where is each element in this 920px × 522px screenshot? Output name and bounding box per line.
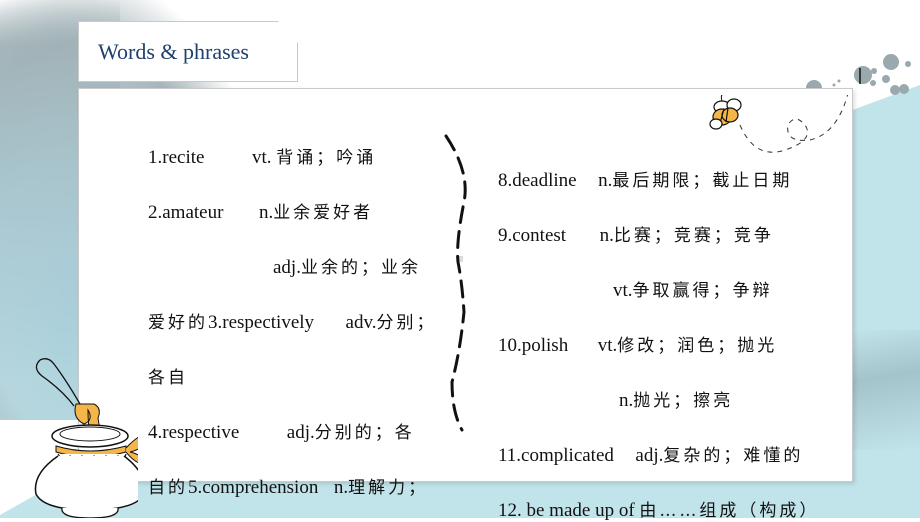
entry-be-made-up-of: 12. be made up of 由……组成（构成） (498, 496, 819, 522)
entry-pos: n. (333, 477, 349, 498)
dashed-bracket-divider (444, 134, 467, 432)
entry-meaning: 背诵；吟诵 (276, 148, 377, 168)
entry-word: 9.contest (498, 225, 567, 246)
entry-pos: n. (599, 225, 614, 246)
entry-word: 4.respective (148, 422, 240, 443)
entry-meaning: 修改；润色；抛光 (617, 336, 778, 356)
entry-pos: adj. (273, 257, 301, 278)
entry-word: 1.recite (148, 147, 205, 168)
entry-meaning: 比赛；竞赛；竞争 (613, 226, 774, 246)
entry-meaning: 抛光；擦亮 (633, 391, 734, 411)
entry-meaning-cont: 自的 (148, 478, 188, 498)
entry-meaning: 最后期限；截止日期 (612, 171, 793, 191)
entry-word: 11.complicated (498, 445, 614, 466)
entry-meaning: 复杂的；难懂的 (663, 446, 804, 466)
entry-deadline: 8.deadline n.最后期限；截止日期 (498, 166, 792, 192)
bee-icon (709, 95, 849, 153)
entry-pos: vt. (251, 147, 272, 168)
entry-comprehension: 自的5.comprehension n.理解力； (148, 473, 428, 499)
entry-pos: n. (598, 170, 613, 191)
entry-amateur-adj: adj.业余的；业余 (273, 253, 421, 279)
entry-word: 2.amateur (148, 202, 224, 223)
entry-meaning: 争取赢得；争辩 (632, 281, 773, 301)
entry-meaning: 各自 (148, 368, 188, 388)
entry-recite: 1.recite vt. 背诵；吟诵 (148, 143, 376, 169)
entry-meaning-cont: 爱好的 (148, 313, 208, 333)
entry-pos: n. (619, 390, 634, 411)
entry-meaning: 理解力； (348, 478, 429, 498)
entry-meaning: 由……组成（构成） (639, 501, 820, 521)
entry-word: 10.polish (498, 335, 569, 356)
entry-meaning: 业余爱好者 (273, 203, 374, 223)
entry-contest-vt: vt.争取赢得；争辩 (613, 276, 773, 302)
entry-polish-n: n.抛光；擦亮 (619, 386, 733, 412)
entry-contest: 9.contest n.比赛；竞赛；竞争 (498, 221, 774, 247)
entry-pos: vt. (597, 335, 618, 356)
entry-pos: adj. (635, 445, 664, 466)
entry-polish: 10.polish vt.修改；润色；抛光 (498, 331, 777, 357)
entry-meaning: 分别的；各 (314, 423, 415, 443)
entry-meaning: 业余的；业余 (300, 258, 421, 278)
entry-amateur: 2.amateur n.业余爱好者 (148, 198, 373, 224)
entry-respectively: 爱好的3.respectively adv.分别； (148, 308, 437, 334)
entry-pos: n. (258, 202, 274, 223)
entry-word: 3.respectively (208, 312, 315, 333)
slide-title: Words & phrases (98, 39, 249, 64)
entry-pos: vt. (613, 280, 633, 301)
entry-pos: adv. (345, 312, 377, 333)
entry-complicated: 11.complicated adj.复杂的；难懂的 (498, 441, 803, 467)
background-shade (852, 330, 920, 450)
entry-word: 8.deadline (498, 170, 577, 191)
entry-respectively-cont: 各自 (148, 363, 188, 389)
honey-jar-icon (34, 358, 138, 518)
entry-word: 5.comprehension (188, 477, 319, 498)
entry-pos: adj. (286, 422, 315, 443)
entry-meaning: 分别； (376, 313, 437, 333)
entry-respective: 4.respective adj.分别的；各 (148, 418, 415, 444)
